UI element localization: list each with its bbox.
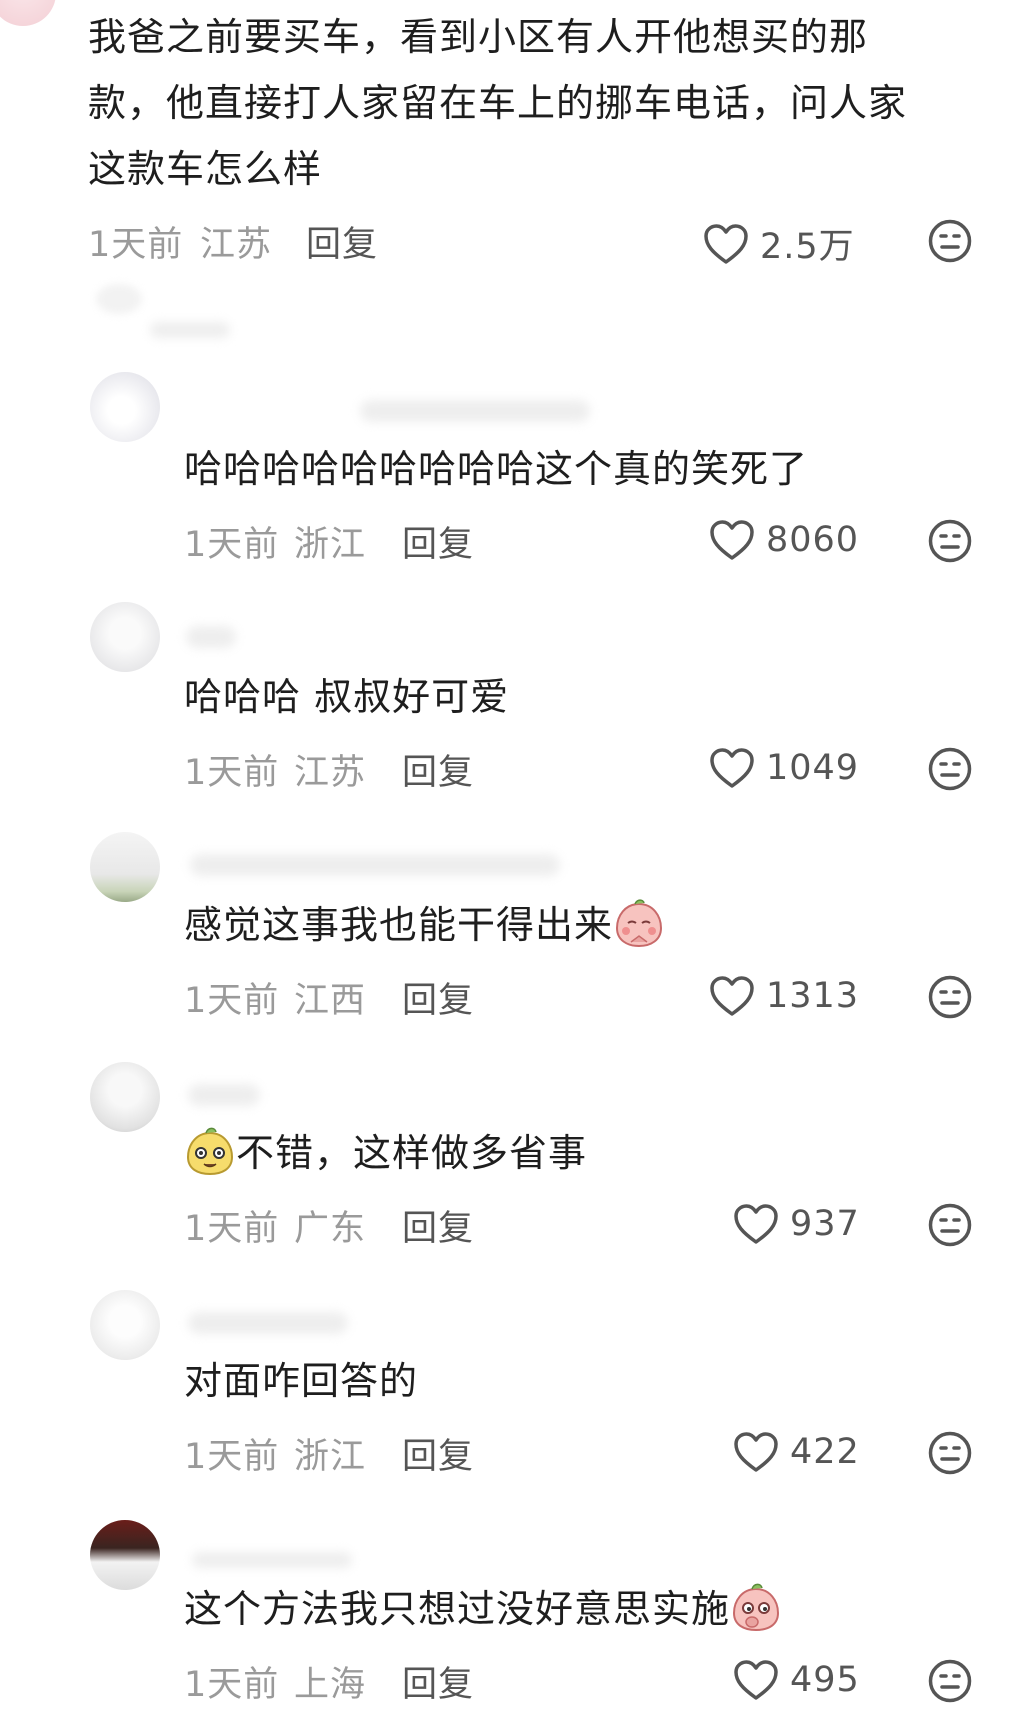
avatar[interactable] — [90, 1290, 160, 1360]
heart-outline-icon — [734, 1204, 778, 1244]
reply-button[interactable]: 回复 — [306, 216, 378, 267]
thinking-peach-emoji-icon — [733, 1583, 780, 1631]
username — [192, 1552, 352, 1568]
like-count: 2.5万 — [760, 227, 855, 267]
avatar[interactable] — [90, 372, 160, 442]
comment-text: 对面咋回答的 — [184, 1359, 419, 1403]
like-count: 422 — [790, 1432, 860, 1472]
comment-time: 1天前 — [184, 981, 280, 1021]
like-count: 1313 — [766, 976, 860, 1016]
meh-face-icon[interactable] — [928, 219, 972, 263]
comment-location: 江西 — [294, 981, 367, 1021]
avatar[interactable] — [90, 602, 160, 672]
comment-text: 我爸之前要买车，看到小区有人开他想买的那 款，他直接打人家留在车上的挪车电话，问… — [88, 15, 908, 191]
comment-location: 上海 — [294, 1665, 367, 1705]
like-button[interactable]: 2.5万 — [702, 218, 855, 269]
reply-button[interactable]: 回复 — [402, 744, 474, 795]
meh-face-icon[interactable] — [928, 519, 972, 563]
reply-button[interactable]: 回复 — [402, 1428, 474, 1479]
username — [186, 626, 236, 648]
reply-button[interactable]: 回复 — [402, 516, 474, 567]
reply-button[interactable]: 回复 — [402, 1200, 474, 1251]
like-button[interactable]: 1049 — [708, 746, 859, 790]
username — [360, 400, 590, 422]
heart-outline-icon — [704, 223, 748, 264]
like-button[interactable]: 8060 — [708, 518, 859, 562]
comment-text: 哈哈哈 叔叔好可爱 — [184, 675, 510, 719]
comment-time: 1天前 — [184, 1665, 280, 1705]
meh-face-icon[interactable] — [928, 1203, 972, 1247]
yellow-peach-emoji-icon — [186, 1127, 234, 1175]
username — [150, 322, 230, 338]
shy-peach-emoji-icon — [616, 898, 663, 947]
comment-time: 1天前 — [184, 525, 280, 565]
avatar[interactable] — [90, 1520, 160, 1590]
comment-time: 1天前 — [88, 225, 184, 265]
like-button[interactable]: 937 — [732, 1202, 860, 1246]
heart-outline-icon — [710, 748, 754, 788]
like-button[interactable]: 495 — [732, 1658, 860, 1702]
comment-text: 这个方法我只想过没好意思实施 — [184, 1576, 782, 1642]
avatar[interactable] — [96, 284, 142, 314]
comment-text: 感觉这事我也能干得出来 — [184, 892, 665, 958]
comment-time: 1天前 — [184, 753, 280, 793]
heart-outline-icon — [710, 520, 754, 560]
meh-face-icon[interactable] — [928, 1659, 972, 1703]
meh-face-icon[interactable] — [928, 975, 972, 1019]
meh-face-icon[interactable] — [928, 1431, 972, 1475]
like-count: 1049 — [766, 748, 860, 788]
heart-outline-icon — [734, 1660, 778, 1700]
comment-time: 1天前 — [184, 1437, 280, 1477]
username — [188, 1312, 348, 1334]
avatar[interactable] — [90, 1062, 160, 1132]
comment-text-content: 感觉这事我也能干得出来 — [184, 903, 614, 947]
avatar[interactable] — [90, 832, 160, 902]
reply-button[interactable]: 回复 — [402, 1656, 474, 1707]
comment-text: 哈哈哈哈哈哈哈哈哈这个真的笑死了 — [184, 447, 809, 491]
heart-outline-icon — [734, 1432, 778, 1472]
username — [188, 1084, 260, 1106]
like-count: 937 — [790, 1204, 860, 1244]
comment-location: 江苏 — [200, 225, 273, 265]
avatar[interactable] — [0, 0, 56, 26]
comment-text: 不错，这样做多省事 — [184, 1120, 587, 1186]
like-count: 495 — [790, 1660, 860, 1700]
comment-location: 浙江 — [294, 525, 367, 565]
like-count: 8060 — [766, 520, 860, 560]
comment-location: 广东 — [294, 1209, 367, 1249]
username — [190, 854, 560, 876]
reply-button[interactable]: 回复 — [402, 972, 474, 1023]
like-button[interactable]: 422 — [732, 1430, 860, 1474]
meh-face-icon[interactable] — [928, 747, 972, 791]
comment-location: 浙江 — [294, 1437, 367, 1477]
heart-outline-icon — [710, 976, 754, 1016]
comment-text-content: 这个方法我只想过没好意思实施 — [184, 1587, 731, 1631]
comment-location: 江苏 — [294, 753, 367, 793]
comment-text-content: 不错，这样做多省事 — [236, 1131, 588, 1175]
comment-time: 1天前 — [184, 1209, 280, 1249]
like-button[interactable]: 1313 — [708, 974, 859, 1018]
